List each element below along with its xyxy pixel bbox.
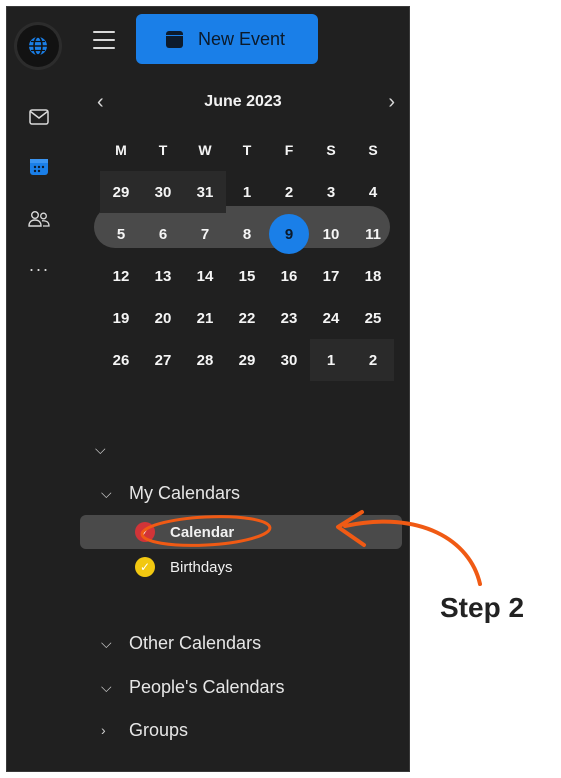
- weekday-header: M: [115, 142, 127, 158]
- month-title[interactable]: June 2023: [91, 93, 395, 111]
- calendar-day[interactable]: 2: [352, 339, 394, 381]
- more-icon: ···: [28, 259, 50, 279]
- calendar-icon: [166, 30, 183, 48]
- calendar-day[interactable]: 28: [184, 339, 226, 381]
- weekday-header: T: [242, 142, 252, 158]
- calendar-day[interactable]: 1: [226, 171, 268, 213]
- calendar-day[interactable]: 23: [268, 297, 310, 339]
- calendar-day[interactable]: 15: [226, 255, 268, 297]
- folder-my-calendars[interactable]: ⌵ My Calendars: [101, 479, 240, 507]
- calendar-day[interactable]: 29: [226, 339, 268, 381]
- calendar-day[interactable]: 19: [100, 297, 142, 339]
- weekday-header: S: [368, 142, 378, 158]
- calendar-day[interactable]: 30: [268, 339, 310, 381]
- calendar-day[interactable]: 14: [184, 255, 226, 297]
- calendar-day[interactable]: 13: [142, 255, 184, 297]
- app-rail: ···: [7, 7, 73, 771]
- calendar-day[interactable]: 11: [352, 213, 394, 255]
- folder-label: My Calendars: [129, 482, 241, 503]
- next-month-chevron-icon[interactable]: ›: [388, 91, 395, 113]
- folder-label: Other Calendars: [129, 632, 262, 653]
- folder-groups[interactable]: › Groups: [101, 716, 188, 744]
- calendar-day[interactable]: 8: [226, 213, 268, 255]
- folder-peoples-calendars[interactable]: ⌵ People's Calendars: [101, 673, 285, 701]
- calendar-icon: [30, 159, 48, 175]
- weekday-header: F: [284, 142, 294, 158]
- calendar-sidebar-panel: ··· New Event ‹ June 2023 › M T W T F S S 29 30 3…: [6, 6, 410, 772]
- calendar-day[interactable]: 4: [352, 171, 394, 213]
- calendar-day[interactable]: 22: [226, 297, 268, 339]
- weekday-header: W: [198, 142, 212, 158]
- calendar-day[interactable]: 21: [184, 297, 226, 339]
- people-nav-button[interactable]: [25, 207, 53, 231]
- globe-icon: [29, 36, 47, 56]
- chevron-down-icon: ⌵: [101, 634, 112, 651]
- more-apps-button[interactable]: ···: [25, 257, 53, 281]
- mail-nav-button[interactable]: [25, 105, 53, 129]
- folder-label: People's Calendars: [129, 676, 285, 697]
- new-event-button[interactable]: New Event: [136, 14, 318, 64]
- folder-label: Groups: [129, 719, 189, 740]
- mail-icon: [29, 109, 49, 125]
- new-event-label: New Event: [198, 28, 286, 49]
- calendar-day[interactable]: 16: [268, 255, 310, 297]
- calendar-day[interactable]: 17: [310, 255, 352, 297]
- calendar-day[interactable]: 5: [100, 213, 142, 255]
- account-avatar[interactable]: [17, 25, 59, 67]
- step-label: Step 2: [440, 592, 525, 623]
- checkmark-icon[interactable]: ✓: [135, 522, 155, 542]
- calendar-item-label: Calendar: [170, 523, 235, 541]
- calendar-day[interactable]: 25: [352, 297, 394, 339]
- calendar-day[interactable]: 7: [184, 213, 226, 255]
- calendar-item-birthdays[interactable]: ✓ Birthdays: [80, 550, 233, 584]
- hamburger-menu-icon[interactable]: [93, 31, 115, 49]
- calendar-nav-button[interactable]: [25, 155, 53, 179]
- collapse-chevron-icon[interactable]: ⌵: [95, 441, 106, 458]
- calendar-day[interactable]: 26: [100, 339, 142, 381]
- calendar-day[interactable]: 29: [100, 171, 142, 213]
- calendar-day[interactable]: 10: [310, 213, 352, 255]
- calendar-item-label: Birthdays: [170, 558, 233, 576]
- people-icon: [28, 211, 50, 227]
- weekday-header: T: [158, 142, 168, 158]
- chevron-down-icon: ⌵: [101, 678, 112, 695]
- month-navigation: ‹ June 2023 ›: [91, 91, 395, 115]
- calendar-day[interactable]: 18: [352, 255, 394, 297]
- checkmark-icon[interactable]: ✓: [135, 557, 155, 577]
- calendar-day[interactable]: 30: [142, 171, 184, 213]
- chevron-right-icon: ›: [101, 722, 106, 738]
- folder-other-calendars[interactable]: ⌵ Other Calendars: [101, 629, 261, 657]
- calendar-day[interactable]: 24: [310, 297, 352, 339]
- calendar-day[interactable]: 31: [184, 171, 226, 213]
- calendar-day[interactable]: 20: [142, 297, 184, 339]
- calendar-day[interactable]: 3: [310, 171, 352, 213]
- calendar-day[interactable]: 6: [142, 213, 184, 255]
- calendar-day[interactable]: 1: [310, 339, 352, 381]
- weekday-header: S: [326, 142, 336, 158]
- calendar-day[interactable]: 9: [268, 213, 310, 255]
- calendar-item-calendar[interactable]: ✓ Calendar: [80, 515, 402, 549]
- calendar-day[interactable]: 12: [100, 255, 142, 297]
- calendar-day[interactable]: 2: [268, 171, 310, 213]
- calendar-day[interactable]: 27: [142, 339, 184, 381]
- chevron-down-icon: ⌵: [101, 484, 112, 501]
